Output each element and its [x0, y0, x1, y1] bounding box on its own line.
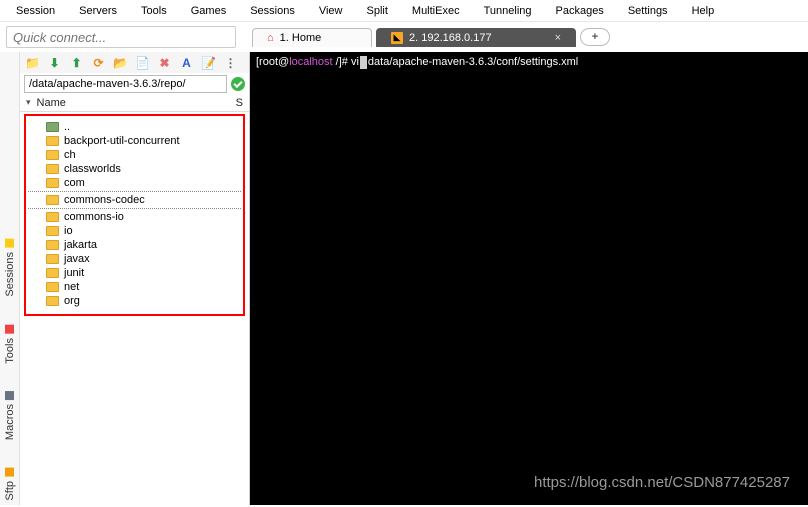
menu-tunneling[interactable]: Tunneling: [472, 2, 544, 20]
tab-home[interactable]: ⌂ 1. Home: [252, 28, 372, 47]
home-icon: ⌂: [267, 32, 274, 44]
prompt-tail: /]#: [333, 56, 351, 68]
folder-up-icon: [46, 122, 59, 132]
side-tab-sftp[interactable]: Sftp: [4, 468, 16, 501]
side-tab-label: Macros: [4, 404, 16, 440]
side-tab-label: Tools: [4, 338, 16, 364]
side-tab-icon: [5, 325, 14, 334]
prompt-user: [root@: [256, 56, 289, 68]
folder-icon: [46, 240, 59, 250]
edit-icon[interactable]: 📝: [201, 55, 216, 70]
folder-row[interactable]: commons-io: [28, 210, 241, 224]
folder-icon: [46, 226, 59, 236]
folder-row[interactable]: javax: [28, 252, 241, 266]
delete-icon[interactable]: ✖: [157, 55, 172, 70]
folder-label: junit: [64, 267, 84, 279]
side-tab-label: Sftp: [4, 481, 16, 501]
menu-help[interactable]: Help: [680, 2, 727, 20]
folder-icon: [46, 178, 59, 188]
copy-icon[interactable]: 📄: [135, 55, 150, 70]
menu-servers[interactable]: Servers: [67, 2, 129, 20]
find-icon[interactable]: A: [179, 55, 194, 70]
side-tab-tools[interactable]: Tools: [4, 325, 16, 364]
folder-label: jakarta: [64, 239, 97, 251]
upload-icon[interactable]: ⬆: [69, 55, 84, 70]
sort-icon: ▾: [26, 97, 31, 109]
folder-icon: [46, 296, 59, 306]
new-tab-button[interactable]: +: [580, 28, 610, 46]
tab-ssh-label: 2. 192.168.0.177: [409, 32, 492, 44]
menu-session[interactable]: Session: [4, 2, 67, 20]
path-input[interactable]: [24, 75, 227, 93]
cmd-after: data/apache-maven-3.6.3/conf/settings.xm…: [368, 56, 578, 68]
prompt-host: localhost: [289, 56, 332, 68]
side-tab-sessions[interactable]: Sessions: [4, 239, 16, 297]
folder-row[interactable]: junit: [28, 266, 241, 280]
folder-row[interactable]: classworlds: [28, 162, 241, 176]
menu-multiexec[interactable]: MultiExec: [400, 2, 472, 20]
side-tab-macros[interactable]: Macros: [4, 391, 16, 440]
quick-connect-input[interactable]: [6, 26, 236, 48]
folder-label: org: [64, 295, 80, 307]
folder-icon: [46, 150, 59, 160]
folder-label: backport-util-concurrent: [64, 135, 180, 147]
terminal-icon: ◣: [391, 32, 403, 44]
file-list-header[interactable]: ▾ Name S: [20, 95, 249, 112]
folder-row[interactable]: jakarta: [28, 238, 241, 252]
menu-packages[interactable]: Packages: [544, 2, 616, 20]
folder-icon: [46, 254, 59, 264]
col-name: Name: [37, 97, 66, 109]
folder-label: net: [64, 281, 79, 293]
folder-row[interactable]: ..: [28, 120, 241, 134]
folder-icon: [46, 282, 59, 292]
folder-label: commons-codec: [64, 194, 145, 206]
folder-label: io: [64, 225, 73, 237]
folder-label: commons-io: [64, 211, 124, 223]
close-icon[interactable]: ×: [555, 32, 561, 44]
folder-row[interactable]: commons-codec: [28, 193, 241, 207]
folder-icon: [46, 195, 59, 205]
folder-row[interactable]: org: [28, 294, 241, 308]
terminal-cursor: [360, 56, 367, 69]
folder-icon: [46, 212, 59, 222]
folder-icon: [46, 268, 59, 278]
menu-split[interactable]: Split: [355, 2, 400, 20]
more-icon[interactable]: ⋮: [223, 55, 238, 70]
download-icon[interactable]: ⬇: [47, 55, 62, 70]
newdir-icon[interactable]: 📂: [113, 55, 128, 70]
folder-row[interactable]: com: [28, 176, 241, 190]
path-ok-icon: [231, 77, 245, 91]
folder-row[interactable]: ch: [28, 148, 241, 162]
refresh-icon[interactable]: ⟳: [91, 55, 106, 70]
folder-row[interactable]: io: [28, 224, 241, 238]
tab-home-label: 1. Home: [280, 32, 322, 44]
menu-settings[interactable]: Settings: [616, 2, 680, 20]
side-tab-icon: [5, 239, 14, 248]
folder-row[interactable]: net: [28, 280, 241, 294]
folder-icon: [46, 136, 59, 146]
side-tab-icon: [5, 468, 14, 477]
file-tree: .. backport-util-concurrent ch classworlds c…: [24, 114, 245, 316]
menu-view[interactable]: View: [307, 2, 355, 20]
folder-label: ch: [64, 149, 76, 161]
folder-icon[interactable]: 📁: [25, 55, 40, 70]
folder-icon: [46, 164, 59, 174]
terminal[interactable]: [root@localhost /]# vi data/apache-maven-…: [250, 52, 808, 505]
folder-label: classworlds: [64, 163, 121, 175]
cmd-before: vi: [351, 56, 359, 68]
menu-games[interactable]: Games: [179, 2, 238, 20]
col-size: S: [236, 97, 243, 109]
folder-label: ..: [64, 121, 70, 133]
menu-sessions[interactable]: Sessions: [238, 2, 307, 20]
side-tab-icon: [5, 391, 14, 400]
folder-label: javax: [64, 253, 90, 265]
tab-ssh-session[interactable]: ◣ 2. 192.168.0.177 ×: [376, 28, 576, 47]
side-tab-label: Sessions: [4, 252, 16, 297]
menu-tools[interactable]: Tools: [129, 2, 179, 20]
folder-row[interactable]: backport-util-concurrent: [28, 134, 241, 148]
watermark: https://blog.csdn.net/CSDN877425287: [534, 474, 790, 491]
folder-label: com: [64, 177, 85, 189]
